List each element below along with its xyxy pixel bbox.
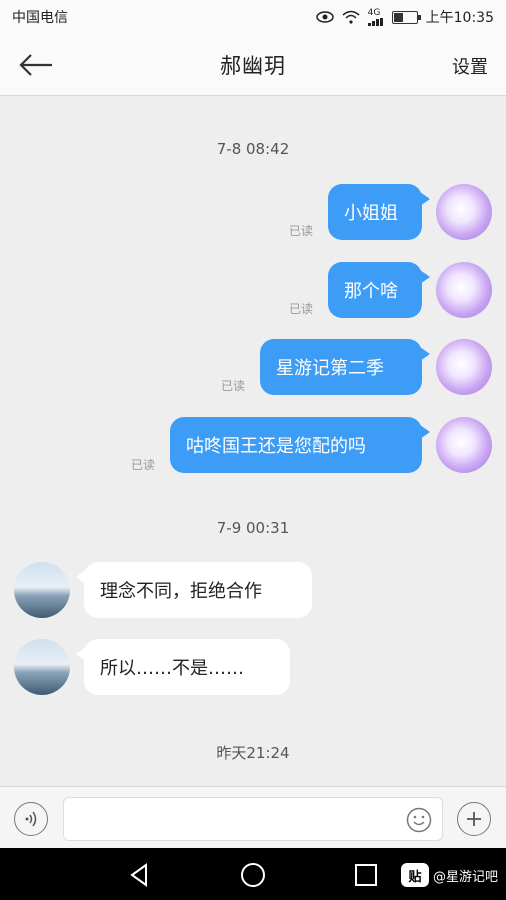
back-triangle-icon[interactable] xyxy=(126,861,154,889)
my-avatar[interactable] xyxy=(436,417,492,473)
wifi-icon xyxy=(342,10,360,24)
sent-message[interactable]: 那个啥 xyxy=(328,262,430,318)
voice-button[interactable] xyxy=(14,802,48,836)
arrow-left-icon xyxy=(19,54,52,76)
contact-name: 郝幽玥 xyxy=(220,53,286,78)
sent-message[interactable]: 小姐姐 xyxy=(328,184,430,240)
battery-icon xyxy=(391,10,421,24)
my-avatar[interactable] xyxy=(436,339,492,395)
message-list[interactable]: 7-8 08:42 已读 小姐姐 已读 那个啥 已读 星游记第二季 已读 咕咚国… xyxy=(0,96,506,786)
tieba-logo: 贴 xyxy=(400,863,429,887)
back-button[interactable] xyxy=(18,48,58,82)
contact-avatar[interactable] xyxy=(14,562,70,618)
status-bar: 中国电信 4G 上午10:35 xyxy=(0,0,506,34)
carrier-label: 中国电信 xyxy=(12,10,68,26)
read-status: 已读 xyxy=(131,458,156,472)
my-avatar[interactable] xyxy=(436,184,492,240)
read-status: 已读 xyxy=(289,302,314,316)
battery-level xyxy=(393,12,404,22)
emoji-icon[interactable] xyxy=(406,807,432,833)
my-avatar[interactable] xyxy=(436,262,492,318)
voice-icon xyxy=(25,811,37,827)
eye-icon xyxy=(315,11,334,23)
network-type: 4G xyxy=(367,7,381,18)
timestamp: 7-8 08:42 xyxy=(216,140,290,158)
contact-avatar[interactable] xyxy=(14,639,70,695)
settings-button[interactable]: 设置 xyxy=(452,53,488,79)
watermark-text: @星游记吧 xyxy=(432,869,498,885)
watermark: 贴 @星游记吧 xyxy=(400,863,498,887)
timestamp: 昨天21:24 xyxy=(216,744,290,762)
plus-icon xyxy=(467,812,481,826)
timestamp: 7-9 00:31 xyxy=(216,519,290,537)
more-button[interactable] xyxy=(457,802,491,836)
message-input[interactable] xyxy=(63,797,443,841)
system-nav-bar: 贴 @星游记吧 xyxy=(0,848,506,900)
home-circle-icon[interactable] xyxy=(239,861,267,889)
read-status: 已读 xyxy=(221,379,246,393)
status-indicators: 4G 上午10:35 xyxy=(315,7,494,27)
input-bar xyxy=(0,786,506,848)
recents-square-icon[interactable] xyxy=(352,861,380,889)
received-message[interactable]: 所以……不是…… xyxy=(76,639,290,695)
sent-message[interactable]: 咕咚国王还是您配的吗 xyxy=(170,417,430,473)
sent-message[interactable]: 星游记第二季 xyxy=(260,339,430,395)
read-status: 已读 xyxy=(289,224,314,238)
chat-header: 郝幽玥 设置 xyxy=(0,34,506,96)
received-message[interactable]: 理念不同，拒绝合作 xyxy=(76,562,312,618)
signal-icon: 4G xyxy=(367,7,384,26)
clock-label: 上午10:35 xyxy=(425,10,494,26)
